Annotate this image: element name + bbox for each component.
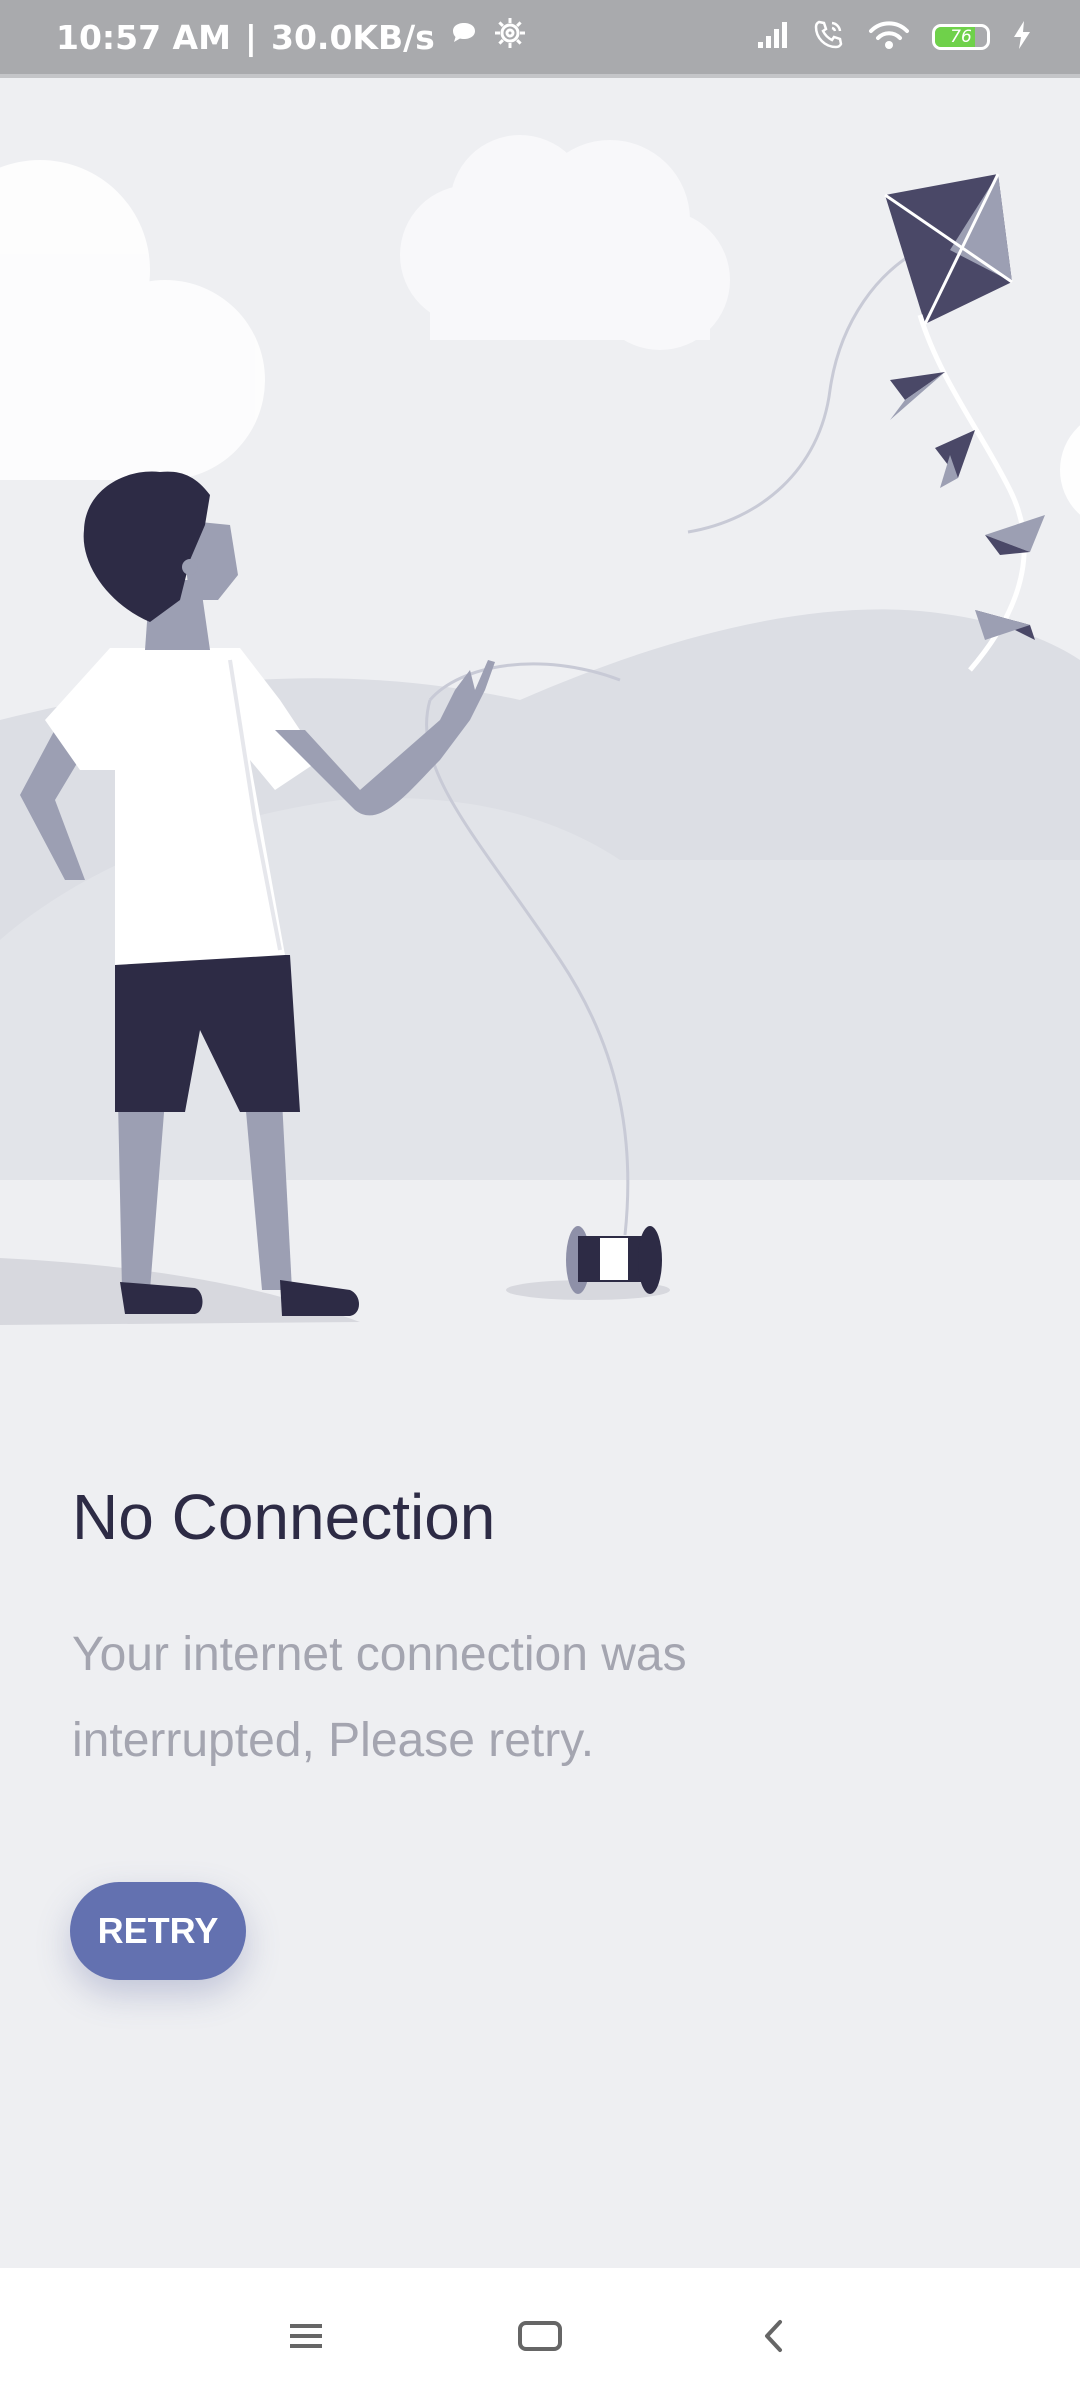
kite-icon: [884, 173, 1045, 672]
cloud-middle: [400, 135, 730, 350]
chat-bubble-icon: [449, 18, 479, 57]
error-title: No Connection: [72, 1481, 496, 1553]
battery-level: 76: [950, 27, 972, 47]
wifi-call-icon: [812, 19, 846, 56]
status-time: 10:57 AM: [56, 17, 231, 57]
battery-icon: 76: [932, 24, 990, 50]
status-bar: 10:57 AM | 30.0KB/s 76: [0, 0, 1080, 78]
error-message: Your internet connection was interrupted…: [72, 1628, 687, 1767]
cloud-right: [1060, 425, 1080, 515]
cloud-left: [0, 160, 265, 480]
status-right: 76: [756, 0, 1032, 74]
kite-boy-illustration: [0, 135, 1080, 1368]
settings-gear-icon: [493, 16, 527, 58]
charging-icon: [1012, 20, 1032, 55]
home-icon[interactable]: [500, 2296, 580, 2376]
status-left: 10:57 AM | 30.0KB/s: [56, 0, 527, 74]
navigation-bar: [0, 2268, 1080, 2400]
signal-icon: [756, 20, 790, 55]
retry-button[interactable]: RETRY: [70, 1882, 246, 1980]
wifi-icon: [868, 19, 910, 56]
menu-icon[interactable]: [266, 2296, 346, 2376]
status-separator: |: [244, 17, 257, 57]
back-icon[interactable]: [734, 2296, 814, 2376]
status-speed: 30.0KB/s: [270, 17, 435, 57]
